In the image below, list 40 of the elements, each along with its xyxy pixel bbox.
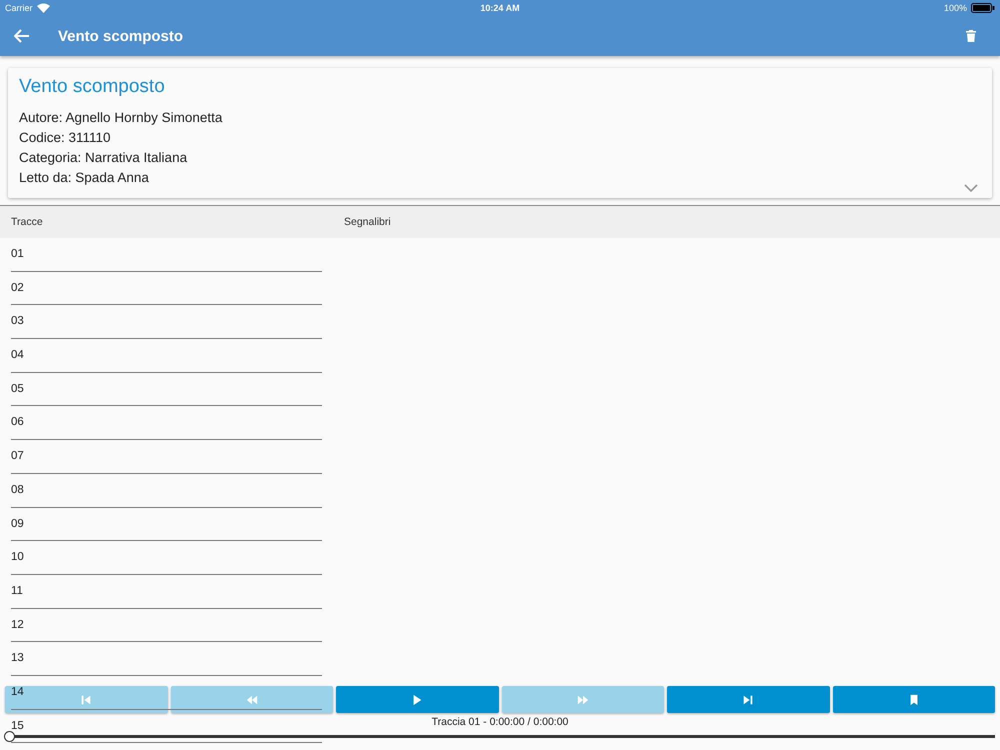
track-item[interactable]: 15: [11, 720, 24, 732]
track-item[interactable]: 05: [11, 382, 24, 395]
track-item[interactable]: 09: [11, 518, 24, 530]
track-item[interactable]: 11: [11, 584, 23, 597]
skip-forward-icon: [742, 694, 754, 706]
track-item[interactable]: 07: [11, 450, 24, 462]
track-item[interactable]: 03: [11, 315, 24, 328]
chevron-icon[interactable]: [964, 184, 978, 192]
book-detail: Codice: 311110: [19, 129, 112, 147]
progress-slider[interactable]: [5, 730, 995, 742]
skip-back-icon: [80, 694, 92, 706]
bookmark-icon: [908, 694, 920, 706]
carrier-label: Carrier: [5, 3, 33, 13]
rewind-icon: [246, 694, 258, 706]
fast-forward-icon: [576, 694, 589, 706]
book-detail: Letto da: Spada Anna: [19, 169, 150, 187]
clock: 10:24 AM: [480, 3, 520, 13]
book-detail: Autore: Agnello Hornby Simonetta: [19, 109, 224, 127]
back-arrow-icon: [14, 29, 30, 43]
track-status: Traccia 01 - 0:00:00 / 0:00:00: [432, 716, 568, 728]
track-item[interactable]: 12: [11, 618, 24, 631]
battery-percent: 100%: [944, 3, 967, 13]
track-item[interactable]: 10: [11, 551, 24, 564]
track-item[interactable]: 01: [11, 248, 24, 260]
track-item[interactable]: 02: [11, 282, 24, 294]
battery-icon: [971, 3, 995, 13]
track-item[interactable]: 08: [11, 484, 24, 496]
column-header: Segnalibri: [344, 216, 391, 228]
wifi-icon: [36, 3, 50, 13]
trash-icon: [966, 30, 976, 42]
book-detail: Categoria: Narrativa Italiana: [19, 149, 188, 167]
book-title: Vento scomposto: [19, 76, 166, 98]
slider-thumb[interactable]: [4, 731, 15, 742]
track-item[interactable]: 13: [11, 652, 24, 664]
screen-title: Vento scomposto: [58, 28, 184, 44]
column-header: Tracce: [10, 216, 44, 228]
track-item[interactable]: 04: [11, 349, 24, 362]
play-icon: [411, 694, 424, 706]
track-item[interactable]: 14: [11, 686, 24, 698]
track-item[interactable]: 06: [11, 416, 24, 428]
